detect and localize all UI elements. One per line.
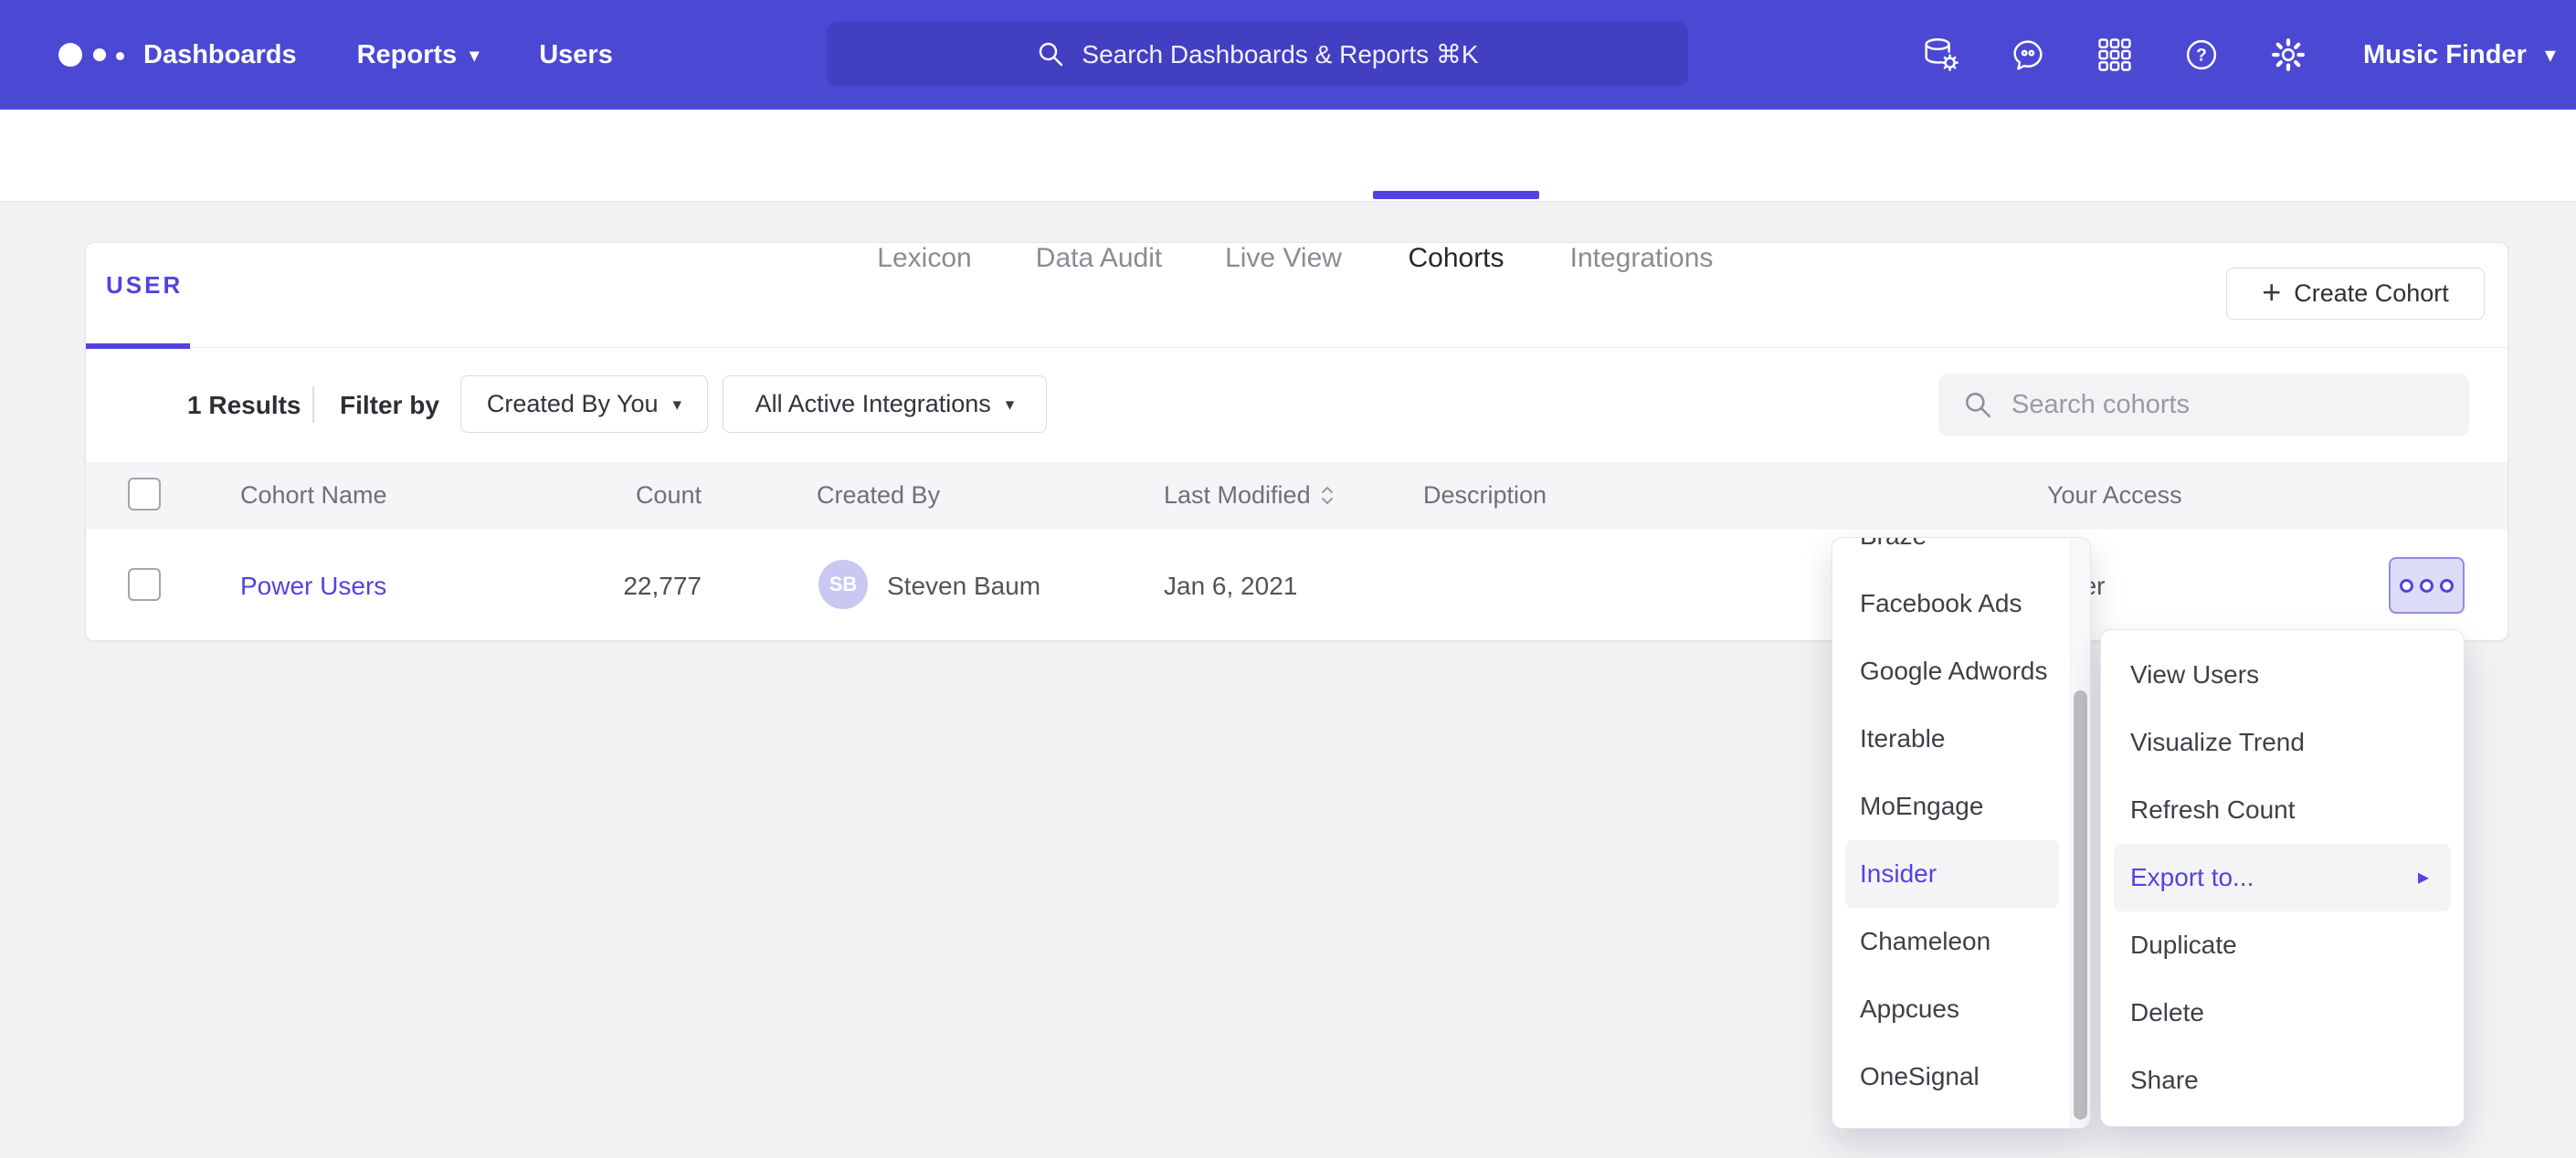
dot-icon: [2420, 579, 2433, 593]
card-header-divider: [86, 347, 2507, 348]
menu-item-insider[interactable]: Insider: [1845, 840, 2059, 908]
sort-icon: [1320, 484, 1335, 507]
primary-nav: Dashboards Reports ▾ Users: [143, 0, 613, 110]
menu-item-onesignal[interactable]: OneSignal: [1832, 1043, 2072, 1111]
data-management-icon[interactable]: [1919, 33, 1963, 77]
top-navbar: Dashboards Reports ▾ Users Search Dashbo…: [0, 0, 2576, 110]
created-by-filter-label: Created By You: [487, 390, 659, 418]
filter-divider: [312, 386, 314, 423]
last-modified-cell: Jan 6, 2021: [1164, 572, 1297, 601]
create-cohort-button[interactable]: + Create Cohort: [2226, 268, 2485, 320]
menu-item-visualize-trend[interactable]: Visualize Trend: [2101, 709, 2464, 776]
search-icon: [1962, 389, 1993, 420]
menu-item-share[interactable]: Share: [2101, 1047, 2464, 1114]
project-name: Music Finder: [2363, 40, 2527, 70]
nav-reports[interactable]: Reports ▾: [357, 40, 480, 70]
caret-down-icon: ▾: [2545, 45, 2556, 67]
export-targets-list: Braze Facebook Ads Google Adwords Iterab…: [1832, 537, 2072, 1111]
integrations-filter-label: All Active Integrations: [755, 390, 991, 418]
cohort-name-link[interactable]: Power Users: [240, 572, 386, 601]
global-search-placeholder: Search Dashboards & Reports ⌘K: [1082, 39, 1478, 69]
nav-users-label: Users: [539, 40, 613, 70]
tab-cohorts[interactable]: Cohorts: [1408, 243, 1504, 274]
col-header-last-modified[interactable]: Last Modified: [1164, 481, 1335, 510]
cohort-search-input[interactable]: [2011, 390, 2450, 420]
last-modified-label: Last Modified: [1164, 481, 1311, 510]
menu-item-chameleon[interactable]: Chameleon: [1832, 908, 2072, 975]
export-to-label: Export to...: [2130, 863, 2254, 891]
apps-grid-icon[interactable]: [2093, 33, 2137, 77]
menu-scrollbar-thumb[interactable]: [2074, 690, 2087, 1120]
cohort-context-menu: View Users Visualize Trend Refresh Count…: [2100, 629, 2465, 1127]
created-by-filter-dropdown[interactable]: Created By You ▾: [460, 375, 708, 433]
col-header-created-by[interactable]: Created By: [817, 481, 940, 510]
mixpanel-logo-icon[interactable]: [58, 0, 141, 110]
results-count: 1 Results: [187, 391, 301, 420]
active-tab-underline: [1373, 191, 1539, 199]
filter-by-label: Filter by: [340, 391, 439, 420]
export-targets-menu: Braze Facebook Ads Google Adwords Iterab…: [1832, 537, 2091, 1129]
tab-integrations[interactable]: Integrations: [1570, 243, 1714, 274]
menu-item-duplicate[interactable]: Duplicate: [2101, 911, 2464, 979]
nav-dashboards[interactable]: Dashboards: [143, 40, 297, 70]
user-tab-underline: [86, 343, 190, 349]
context-menu-list: View Users Visualize Trend Refresh Count…: [2101, 641, 2464, 1114]
menu-item-refresh-count[interactable]: Refresh Count: [2101, 776, 2464, 844]
create-cohort-label: Create Cohort: [2294, 279, 2449, 308]
submenu-arrow-icon: ▸: [2418, 844, 2429, 911]
settings-gear-icon[interactable]: [2266, 33, 2310, 77]
tab-lexicon[interactable]: Lexicon: [877, 243, 971, 274]
nav-dashboards-label: Dashboards: [143, 40, 297, 70]
select-all-checkbox[interactable]: [128, 478, 161, 511]
section-tabbar: Lexicon Data Audit Live View Cohorts Int…: [0, 110, 2576, 202]
cohort-search-box: [1938, 374, 2469, 436]
row-checkbox[interactable]: [128, 568, 161, 601]
menu-item-appcues[interactable]: Appcues: [1832, 975, 2072, 1043]
global-search-bar[interactable]: Search Dashboards & Reports ⌘K: [827, 22, 1688, 86]
feedback-icon[interactable]: [2006, 33, 2050, 77]
nav-users[interactable]: Users: [539, 40, 613, 70]
nav-reports-label: Reports: [357, 40, 458, 70]
search-icon: [1036, 39, 1065, 68]
caret-down-icon: ▾: [470, 47, 479, 65]
col-header-description[interactable]: Description: [1423, 481, 1547, 510]
plus-icon: +: [2262, 276, 2281, 309]
dot-icon: [2400, 579, 2413, 593]
caret-down-icon: ▾: [1006, 396, 1015, 414]
col-header-count[interactable]: Count: [519, 481, 702, 510]
menu-item-facebook-ads[interactable]: Facebook Ads: [1832, 570, 2072, 637]
navbar-icon-group: ?: [1919, 33, 2310, 77]
project-selector[interactable]: Music Finder ▾: [2363, 0, 2556, 110]
tab-user-cohorts[interactable]: USER: [106, 271, 183, 300]
menu-item-moengage[interactable]: MoEngage: [1832, 773, 2072, 840]
avatar: SB: [818, 560, 868, 609]
caret-down-icon: ▾: [673, 396, 682, 414]
col-header-cohort-name[interactable]: Cohort Name: [240, 481, 387, 510]
cohorts-page: Dashboards Reports ▾ Users Search Dashbo…: [0, 0, 2576, 1158]
created-by-cell: Steven Baum: [887, 572, 1040, 601]
dot-icon: [2440, 579, 2454, 593]
menu-item-view-users[interactable]: View Users: [2101, 641, 2464, 709]
col-header-your-access[interactable]: Your Access: [2047, 481, 2182, 510]
cohort-count: 22,777: [519, 572, 702, 601]
tab-data-audit[interactable]: Data Audit: [1036, 243, 1162, 274]
menu-item-google-adwords[interactable]: Google Adwords: [1832, 637, 2072, 705]
menu-item-braze[interactable]: Braze: [1832, 537, 2072, 570]
help-icon[interactable]: ?: [2180, 33, 2223, 77]
menu-item-export-to[interactable]: Export to... ▸: [2114, 844, 2451, 911]
tab-live-view[interactable]: Live View: [1225, 243, 1342, 274]
menu-item-iterable[interactable]: Iterable: [1832, 705, 2072, 773]
menu-item-delete[interactable]: Delete: [2101, 979, 2464, 1047]
svg-text:?: ?: [2196, 47, 2207, 66]
row-more-actions-button[interactable]: [2389, 557, 2465, 614]
integrations-filter-dropdown[interactable]: All Active Integrations ▾: [723, 375, 1047, 433]
